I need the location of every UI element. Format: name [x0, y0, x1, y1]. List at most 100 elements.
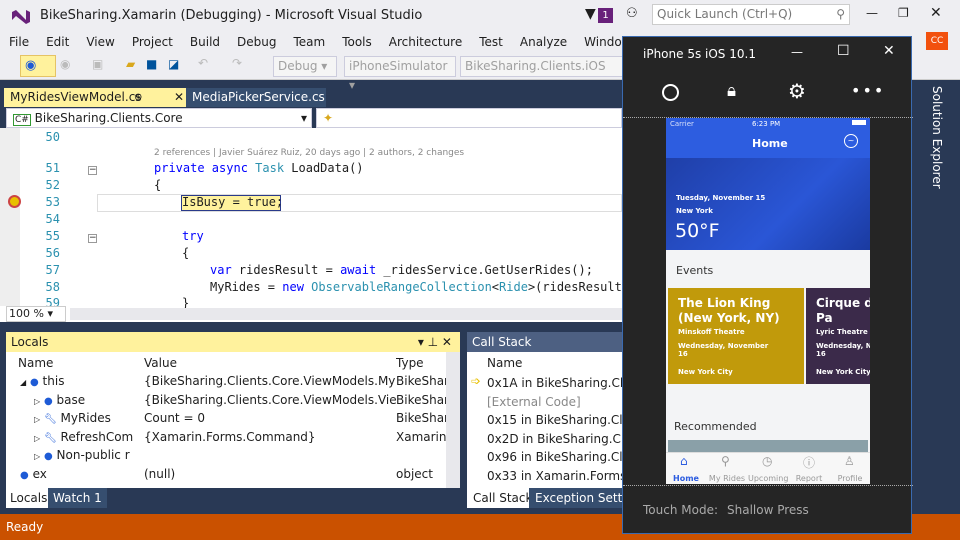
settings-gear-icon[interactable]: ⚙	[788, 79, 806, 103]
startup-project-select[interactable]: BikeSharing.Clients.iOS	[460, 56, 625, 77]
code-line-55: try	[182, 229, 204, 243]
event-venue: Lyric Theatre	[816, 328, 868, 336]
save-all-icon[interactable]: ◪	[168, 57, 179, 71]
local-value[interactable]	[144, 446, 396, 464]
locals-scrollbar[interactable]	[446, 352, 460, 488]
call-stack-row[interactable]: 0x1A in BikeSharing.Clie	[487, 374, 623, 392]
navigate-forward-button[interactable]: ◉	[60, 57, 70, 71]
event-card-lion-king[interactable]: The Lion King (New York, NY) Minskoff Th…	[668, 288, 804, 384]
type-dropdown[interactable]: ✦ BikeSharing.Clients.Core.ViewModels.My…	[316, 108, 628, 143]
expand-icon[interactable]: ▷	[34, 434, 40, 443]
solution-explorer-tab[interactable]: Solution Explorer	[930, 86, 944, 189]
collapse-icon[interactable]: −	[88, 234, 97, 243]
locals-row[interactable]: ▷ ● Non-public r	[34, 446, 154, 464]
call-stack-row[interactable]: 0x96 in BikeSharing.Clie	[487, 448, 623, 466]
menu-build[interactable]: Build	[181, 32, 228, 52]
expand-icon[interactable]: ◢	[20, 378, 26, 387]
locals-row[interactable]: ▷ ● base	[34, 391, 154, 409]
menu-tools[interactable]: Tools	[333, 32, 380, 52]
tab-my-rides[interactable]: My Rides	[707, 474, 747, 483]
tab-profile[interactable]: Profile	[830, 474, 870, 483]
codelens[interactable]: 2 references | Javier Suárez Ruiz, 20 da…	[154, 148, 464, 158]
column-header-name[interactable]: Name	[487, 354, 522, 372]
platform-select[interactable]: iPhoneSimulator ▾	[344, 56, 456, 92]
horizontal-scrollbar[interactable]	[70, 308, 622, 320]
tab-report[interactable]: Report	[789, 474, 829, 483]
menu-debug[interactable]: Debug	[228, 32, 284, 52]
activity-icon[interactable]: ~	[844, 134, 858, 148]
call-stack-row[interactable]: 0x15 in BikeSharing.Clie	[487, 411, 623, 429]
editor-margin[interactable]	[0, 128, 20, 306]
code-editor[interactable]: 50 2 references | Javier Suárez Ruiz, 20…	[0, 128, 622, 322]
column-header-value[interactable]: Value	[144, 354, 177, 372]
save-icon[interactable]: ■	[146, 57, 157, 71]
menu-team[interactable]: Team	[284, 32, 333, 52]
expand-icon[interactable]: ▷	[34, 452, 40, 461]
locals-row[interactable]: ● ex	[20, 465, 140, 483]
simulator-maximize-button[interactable]: ☐	[837, 43, 850, 59]
pin-icon[interactable]: ⊕	[134, 88, 142, 107]
user-avatar[interactable]: CC	[926, 32, 948, 50]
notification-badge[interactable]: 1	[598, 8, 613, 23]
tab-upcoming[interactable]: Upcoming	[748, 474, 788, 483]
tab-myridesviewmodel[interactable]: MyRidesViewModel.cs ⊕ ✕	[4, 88, 188, 107]
collapse-icon[interactable]: −	[88, 166, 97, 175]
project-dropdown[interactable]: C# BikeSharing.Clients.Core ▾	[6, 108, 312, 128]
call-stack-row[interactable]: [External Code]	[487, 393, 623, 411]
touch-mode-value[interactable]: Shallow Press	[727, 503, 809, 517]
navigate-back-button[interactable]: ◉	[20, 55, 56, 77]
local-value[interactable]: Count = 0	[144, 409, 396, 427]
menu-project[interactable]: Project	[123, 32, 181, 52]
config-select[interactable]: Debug ▾	[273, 56, 337, 77]
tab-watch-1[interactable]: Watch 1	[48, 488, 107, 508]
menu-architecture[interactable]: Architecture	[380, 32, 470, 52]
startup-project-value: BikeSharing.Clients.iOS	[465, 59, 606, 73]
simulator-close-button[interactable]: ✕	[883, 43, 895, 59]
locals-row[interactable]: ▷ 🔧︎ MyRides	[34, 409, 154, 427]
simulator-minimize-button[interactable]: —	[791, 45, 803, 59]
recommended-image[interactable]	[668, 440, 868, 452]
close-button[interactable]: ✕	[930, 5, 942, 21]
minimize-button[interactable]: —	[866, 6, 878, 20]
menu-edit[interactable]: Edit	[37, 32, 77, 52]
filter-icon[interactable]: ▼	[585, 6, 596, 22]
menu-test[interactable]: Test	[470, 32, 511, 52]
open-file-icon[interactable]: ▰	[126, 57, 135, 71]
call-stack-row[interactable]: 0x2D in BikeSharing.Clie	[487, 430, 623, 448]
restore-button[interactable]: ❐	[898, 6, 909, 20]
tab-close-icon[interactable]: ✕	[174, 88, 184, 107]
tab-mediapickerservice[interactable]: MediaPickerService.cs	[186, 88, 326, 107]
tab-home[interactable]: Home	[666, 474, 706, 483]
tab-locals[interactable]: Locals	[6, 488, 52, 508]
locals-row[interactable]: ▷ 🔧︎ RefreshCom	[34, 428, 154, 446]
expand-icon[interactable]: ▷	[34, 415, 40, 424]
event-venue: Minskoff Theatre	[678, 328, 745, 336]
menu-analyze[interactable]: Analyze	[511, 32, 575, 52]
lock-icon[interactable]: 🔒︎	[727, 81, 736, 101]
call-stack-row[interactable]: 0x33 in Xamarin.Forms.	[487, 467, 623, 485]
local-value[interactable]: {Xamarin.Forms.Command}	[144, 428, 396, 446]
menu-file[interactable]: File	[0, 32, 37, 52]
line-number: 55	[45, 229, 60, 243]
event-card-cirque[interactable]: Cirque du Soleil Pa Lyric Theatre Wednes…	[806, 288, 870, 384]
tab-call-stack[interactable]: Call Stack	[467, 488, 539, 508]
menu-view[interactable]: View	[77, 32, 122, 52]
feedback-icon[interactable]: ⚇	[626, 6, 638, 21]
expand-icon[interactable]: ▷	[34, 397, 40, 406]
code-line-58: MyRides = new ObservableRangeCollection<…	[210, 280, 622, 294]
local-name: RefreshCom	[60, 429, 134, 444]
local-value[interactable]: {BikeSharing.Clients.Core.ViewModels.MyR…	[144, 372, 396, 390]
local-value[interactable]: {BikeSharing.Clients.Core.ViewModels.Vie…	[144, 391, 396, 409]
more-icon[interactable]: •••	[851, 81, 885, 100]
zoom-select[interactable]: 100 % ▾	[6, 306, 66, 322]
redo-icon[interactable]: ↷	[232, 56, 242, 70]
new-project-icon[interactable]: ▣	[92, 57, 103, 71]
column-header-name[interactable]: Name	[18, 354, 53, 372]
weather-header: Tuesday, November 15 New York 50°F	[666, 158, 870, 250]
locals-row[interactable]: ◢ ● this	[20, 372, 140, 390]
undo-icon[interactable]: ↶	[198, 56, 208, 70]
local-value[interactable]: (null)	[144, 465, 396, 483]
quick-launch-input[interactable]: Quick Launch (Ctrl+Q) ⚲	[652, 4, 850, 25]
home-button-icon[interactable]	[662, 84, 679, 101]
column-header-type[interactable]: Type	[396, 354, 424, 372]
